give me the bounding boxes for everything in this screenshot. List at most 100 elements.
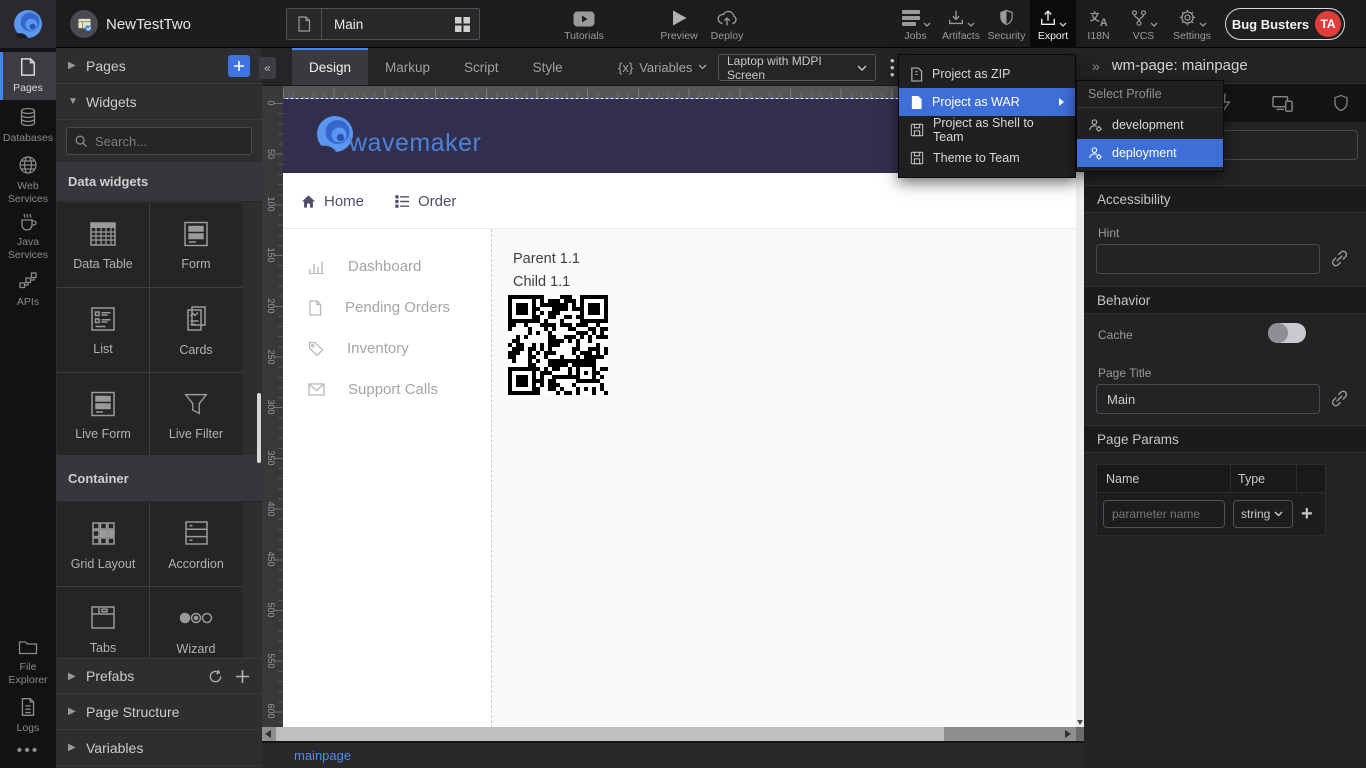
device-selector[interactable]: Laptop with MDPI Screen	[718, 54, 876, 81]
export-button[interactable]: Export	[1030, 0, 1076, 48]
file-icon	[308, 300, 322, 316]
widget-list[interactable]: List	[57, 288, 149, 372]
shield-icon[interactable]	[1332, 93, 1350, 113]
nav-item-order[interactable]: Order	[395, 173, 456, 229]
jobs-button[interactable]: Jobs	[893, 0, 938, 48]
menu-item-theme-to-team[interactable]: Theme to Team	[899, 144, 1075, 172]
git-branch-icon	[1130, 9, 1148, 27]
artifacts-button[interactable]: Artifacts	[938, 0, 984, 48]
bind-link-icon[interactable]	[1330, 249, 1349, 268]
sidebar-item-databases[interactable]: Databases	[0, 100, 56, 152]
status-tab-mainpage[interactable]: mainpage	[294, 748, 351, 763]
sidebar-item-pages[interactable]: Pages	[0, 52, 56, 100]
add-prefab-icon[interactable]	[235, 669, 250, 684]
nav-item-home[interactable]: Home	[301, 173, 364, 229]
widget-cards[interactable]: Cards	[150, 288, 242, 372]
prefabs-section-row[interactable]: ▶ Prefabs	[56, 658, 262, 694]
bind-link-icon[interactable]	[1330, 389, 1349, 408]
list-widget-icon	[88, 305, 118, 333]
param-name-input[interactable]	[1103, 500, 1225, 528]
widgets-section-row[interactable]: ▼ Widgets	[56, 84, 262, 120]
tab-style[interactable]: Style	[516, 48, 580, 85]
tab-script[interactable]: Script	[447, 48, 516, 85]
preview-button[interactable]: Preview	[655, 0, 703, 48]
devices-icon[interactable]	[1271, 93, 1295, 113]
collapse-panel-button[interactable]: «	[259, 57, 276, 79]
widget-live-form[interactable]: Live Form	[57, 373, 149, 457]
widget-grid-layout[interactable]: Grid Layout	[57, 502, 149, 586]
i18n-button[interactable]: A I18N	[1076, 0, 1121, 48]
scroll-left-arrow-icon[interactable]	[265, 730, 271, 738]
database-icon	[18, 107, 38, 127]
accordion-icon	[181, 518, 211, 548]
sidebar-item-apis[interactable]: APIs	[0, 264, 56, 316]
more-options-icon[interactable]: •••	[0, 742, 56, 760]
scroll-down-arrow-icon[interactable]	[1077, 720, 1083, 725]
add-param-button[interactable]: +	[1301, 503, 1313, 526]
page-structure-section-row[interactable]: ▶ Page Structure	[56, 694, 262, 730]
horizontal-scroll-thumb[interactable]	[276, 727, 944, 741]
download-tray-icon	[947, 9, 965, 27]
hint-label: Hint	[1098, 226, 1119, 240]
menu-item-project-as-war[interactable]: Project as WAR	[899, 88, 1075, 116]
widget-live-filter[interactable]: Live Filter	[150, 373, 242, 457]
chevron-right-icon: ▶	[68, 671, 76, 682]
sidebar-item-java-services[interactable]: Java Services	[0, 208, 56, 264]
deploy-button[interactable]: Deploy	[703, 0, 751, 48]
save-disk-icon	[910, 151, 924, 165]
security-button[interactable]: Security	[984, 0, 1029, 48]
tab-markup[interactable]: Markup	[368, 48, 447, 85]
menu-item-project-as-zip[interactable]: Project as ZIP	[899, 60, 1075, 88]
menu-item-pending-orders[interactable]: Pending Orders	[283, 287, 491, 328]
menu-item-dashboard[interactable]: Dashboard	[283, 246, 491, 287]
add-page-button[interactable]	[228, 55, 250, 77]
menu-item-inventory[interactable]: Inventory	[283, 328, 491, 369]
param-type-select[interactable]: string	[1233, 500, 1293, 528]
page-title-input[interactable]	[1096, 384, 1320, 414]
refresh-icon[interactable]	[208, 669, 223, 684]
left-panel-scrollbar[interactable]	[257, 393, 261, 463]
widget-search-input[interactable]	[95, 128, 245, 154]
sidebar-item-logs[interactable]: Logs	[0, 690, 56, 742]
widget-data-table[interactable]: Data Table	[57, 203, 149, 287]
qr-code-image[interactable]	[508, 295, 608, 395]
canvas-more-icon[interactable]: •••	[890, 57, 896, 78]
variables-section-row[interactable]: ▶ Variables	[56, 730, 262, 766]
vcs-button[interactable]: VCS	[1121, 0, 1166, 48]
team-button[interactable]: Bug Busters TA	[1225, 8, 1345, 40]
canvas-horizontal-scrollbar[interactable]	[262, 727, 1076, 741]
chevron-down-icon	[1199, 22, 1207, 27]
widget-form[interactable]: Form	[150, 203, 242, 287]
grid-view-icon[interactable]	[446, 17, 479, 32]
open-page-tab[interactable]: Main	[286, 8, 480, 40]
sidebar-item-file-explorer[interactable]: File Explorer	[0, 634, 56, 690]
col-type: Type	[1231, 465, 1297, 492]
hint-input[interactable]	[1096, 244, 1320, 274]
wavemaker-logo[interactable]	[0, 0, 56, 48]
menu-item-deployment[interactable]: deployment	[1077, 139, 1223, 167]
tutorials-button[interactable]: Tutorials	[556, 0, 612, 48]
menu-item-development[interactable]: development	[1077, 111, 1223, 139]
canvas-vertical-scrollbar[interactable]	[1076, 98, 1084, 727]
child-label-widget[interactable]: Child 1.1	[513, 274, 570, 290]
menu-item-support-calls[interactable]: Support Calls	[283, 369, 491, 410]
globe-icon	[18, 155, 38, 175]
security-label: Security	[988, 30, 1026, 42]
parent-label-widget[interactable]: Parent 1.1	[513, 251, 580, 267]
expand-panel-icon[interactable]: »	[1092, 58, 1100, 74]
avatar[interactable]: TA	[1315, 11, 1341, 37]
tab-design[interactable]: Design	[292, 48, 368, 85]
canvas-brand[interactable]: wavemaker	[311, 112, 481, 160]
menu-item-project-shell-to-team[interactable]: Project as Shell to Team	[899, 116, 1075, 144]
chevron-down-icon	[698, 64, 707, 70]
artifacts-label: Artifacts	[942, 30, 980, 42]
cache-toggle[interactable]	[1268, 323, 1306, 343]
chevron-down-icon: ▼	[68, 96, 76, 107]
widget-accordion[interactable]: Accordion	[150, 502, 242, 586]
variables-dropdown[interactable]: {x} Variables	[618, 48, 707, 86]
settings-button[interactable]: Settings	[1166, 0, 1218, 48]
sidebar-item-web-services[interactable]: Web Services	[0, 152, 56, 208]
pages-section-row[interactable]: ▶ Pages	[56, 48, 262, 84]
scroll-right-arrow-icon[interactable]	[1065, 730, 1071, 738]
project-avatar	[70, 10, 98, 38]
